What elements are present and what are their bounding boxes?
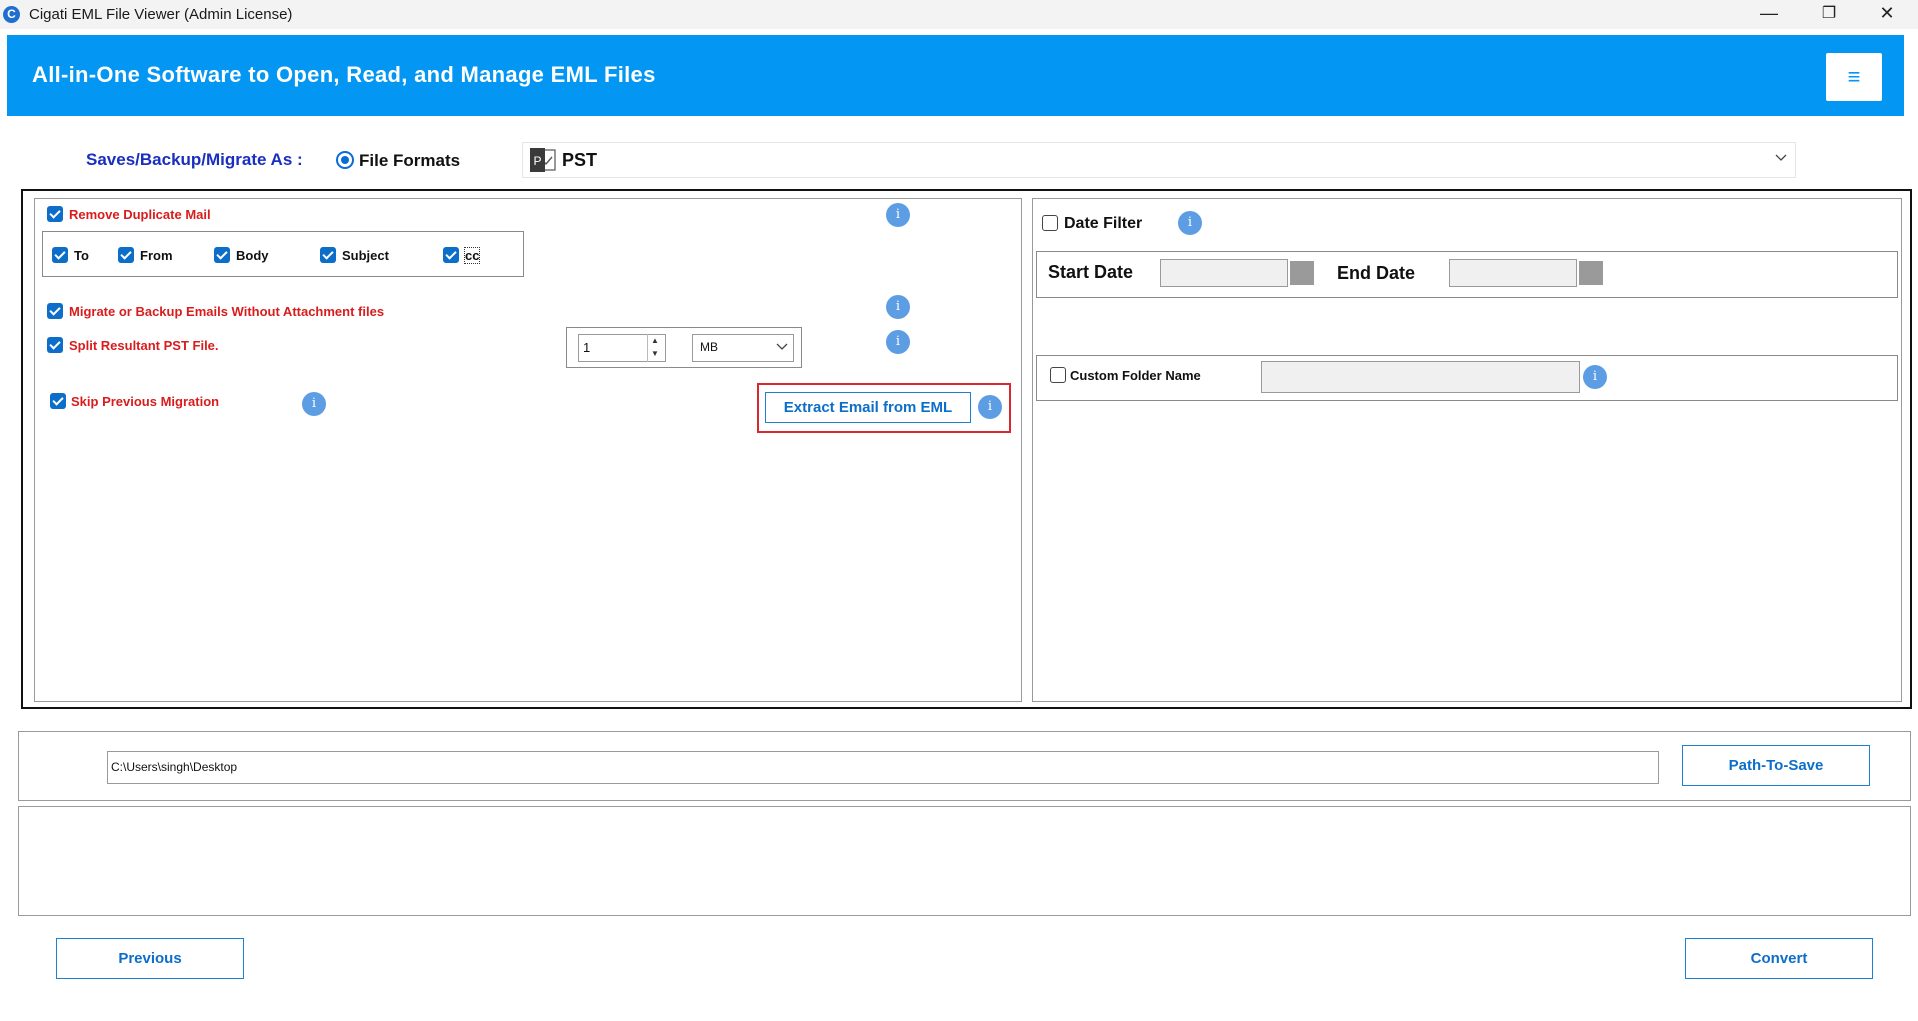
custom-folder-label: Custom Folder Name [1070,368,1201,383]
save-as-label: Saves/Backup/Migrate As : [86,150,303,169]
info-icon[interactable]: i [1178,211,1202,235]
end-date-label: End Date [1337,263,1416,283]
field-to-label: To [74,248,89,263]
file-formats-label: File Formats [359,151,461,170]
convert-button[interactable]: Convert [1685,938,1873,979]
field-cc-label: cc [463,247,481,264]
field-subject-label: Subject [342,248,389,263]
stepper-up-icon[interactable]: ▲ [651,336,659,345]
field-body-label: Body [236,248,269,263]
field-from-label: From [140,248,173,263]
info-icon[interactable]: i [978,395,1002,419]
info-icon[interactable]: i [302,392,326,416]
custom-folder-input[interactable] [1261,361,1580,393]
hamburger-menu-icon[interactable]: ≡ [1826,53,1882,101]
without-attachments-checkbox[interactable] [47,303,63,319]
info-icon[interactable]: i [1583,365,1607,389]
info-icon[interactable]: i [886,203,910,227]
svg-text:P: P [533,154,541,168]
field-from-checkbox[interactable] [118,247,134,263]
field-body-checkbox[interactable] [214,247,230,263]
field-to-checkbox[interactable] [52,247,68,263]
chevron-down-icon[interactable] [1774,151,1788,165]
without-attachments-label: Migrate or Backup Emails Without Attachm… [69,304,385,319]
split-size-value: 1 [583,340,591,355]
minimize-button[interactable]: — [1746,0,1792,29]
date-filter-checkbox[interactable] [1042,215,1058,231]
split-unit-value: MB [700,340,718,354]
info-icon[interactable]: i [886,330,910,354]
app-icon: C [3,6,20,23]
skip-previous-label: Skip Previous Migration [71,394,220,409]
start-date-label: Start Date [1048,262,1134,282]
file-formats-radio[interactable] [336,151,354,169]
format-dropdown[interactable] [522,142,1796,178]
header-title: All-in-One Software to Open, Read, and M… [32,62,656,87]
stepper-down-icon[interactable]: ▼ [651,349,659,358]
previous-button[interactable]: Previous [56,938,244,979]
close-button[interactable]: ✕ [1864,0,1910,29]
log-panel [18,806,1911,916]
end-date-picker-icon[interactable] [1579,261,1603,285]
maximize-button[interactable]: ❐ [1806,0,1852,29]
split-pst-checkbox[interactable] [47,337,63,353]
path-to-save-button[interactable]: Path-To-Save [1682,745,1870,786]
start-date-input[interactable] [1160,259,1288,287]
remove-duplicate-checkbox[interactable] [47,206,63,222]
end-date-input[interactable] [1449,259,1577,287]
date-filter-label: Date Filter [1064,215,1143,232]
remove-duplicate-label: Remove Duplicate Mail [69,207,211,222]
chevron-down-icon[interactable] [776,342,788,352]
window-title: Cigati EML File Viewer (Admin License) [29,6,293,23]
pst-icon: P [530,148,556,172]
extract-email-button[interactable]: Extract Email from EML [765,392,971,423]
destination-path-input[interactable] [107,751,1659,784]
field-cc-checkbox[interactable] [443,247,459,263]
start-date-picker-icon[interactable] [1290,261,1314,285]
skip-previous-checkbox[interactable] [50,393,66,409]
field-subject-checkbox[interactable] [320,247,336,263]
destination-path-value: C:\Users\singh\Desktop [111,760,238,774]
format-selected-value: PST [562,150,598,170]
split-pst-label: Split Resultant PST File. [69,338,219,353]
info-icon[interactable]: i [886,295,910,319]
custom-folder-checkbox[interactable] [1050,367,1066,383]
